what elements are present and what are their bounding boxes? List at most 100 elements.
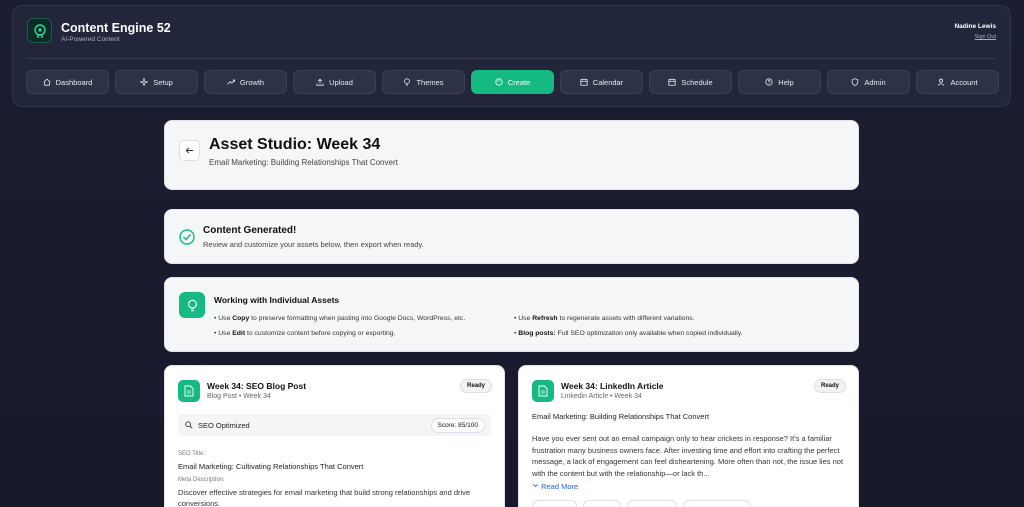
nav-admin[interactable]: Admin bbox=[827, 70, 910, 94]
user-name: Nadine Lewis bbox=[954, 23, 996, 30]
seo-row: SEO Optimized Score: 85/100 bbox=[178, 414, 491, 436]
bulb-icon bbox=[404, 78, 411, 86]
tip-text: Full SEO optimization only available whe… bbox=[555, 330, 743, 337]
bulb-icon bbox=[187, 299, 197, 311]
article-headline: Email Marketing: Building Relationships … bbox=[532, 412, 710, 421]
article-body: Have you ever sent out an email campaign… bbox=[532, 434, 844, 478]
document-icon bbox=[184, 385, 194, 397]
action-button[interactable] bbox=[683, 500, 751, 507]
tip-text: to customize content before copying or e… bbox=[245, 330, 396, 337]
asset-title: Week 34: SEO Blog Post bbox=[207, 381, 307, 391]
nav-label: Calendar bbox=[592, 77, 624, 87]
tip-keyword: Edit bbox=[232, 330, 246, 337]
nav-account[interactable]: Account bbox=[916, 70, 999, 94]
nav-label: Themes bbox=[416, 77, 444, 87]
page-subtitle: Email Marketing: Building Relationships … bbox=[209, 158, 398, 167]
action-button[interactable] bbox=[627, 500, 677, 507]
check-circle-icon bbox=[179, 229, 195, 245]
chevron-down-icon bbox=[533, 484, 538, 488]
tip-keyword: Copy bbox=[232, 315, 250, 322]
calendar-icon bbox=[668, 78, 676, 86]
tip-refresh: • Use Refresh to regenerate assets with … bbox=[514, 315, 695, 322]
shield-icon bbox=[852, 78, 859, 86]
nav-schedule[interactable]: Schedule bbox=[649, 70, 732, 94]
doc-badge bbox=[532, 380, 554, 402]
doc-badge bbox=[178, 380, 200, 402]
help-icon bbox=[765, 78, 773, 86]
upload-icon bbox=[316, 78, 324, 86]
nav-label: Upload bbox=[329, 77, 353, 87]
status-badge: Ready bbox=[459, 379, 492, 393]
home-icon bbox=[43, 78, 51, 86]
nav-themes[interactable]: Themes bbox=[382, 70, 465, 94]
blog-asset-card: Week 34: SEO Blog Post Blog Post • Week … bbox=[164, 365, 505, 507]
nav-help[interactable]: Help bbox=[738, 70, 821, 94]
status-badge: Ready bbox=[813, 379, 846, 393]
title-prefix: Asset Studio: bbox=[209, 136, 317, 153]
nav-create[interactable]: Create bbox=[471, 70, 554, 94]
nav-label: Help bbox=[778, 77, 794, 87]
action-button[interactable] bbox=[532, 500, 577, 507]
linkedin-asset-card: Week 34: LinkedIn Article Linkedin Artic… bbox=[518, 365, 859, 507]
tip-copy: • Use Copy to preserve formatting when p… bbox=[214, 315, 465, 322]
meta-description-label: Meta Description: bbox=[178, 477, 225, 483]
sign-out-link[interactable]: Sign Out bbox=[975, 34, 996, 40]
app-title: Content Engine 52 bbox=[61, 21, 171, 35]
search-icon bbox=[185, 421, 193, 429]
seo-score-badge: Score: 85/100 bbox=[430, 418, 485, 433]
asset-subtitle: Blog Post • Week 34 bbox=[207, 393, 271, 400]
bulb-badge bbox=[179, 292, 205, 318]
generated-title: Content Generated! bbox=[203, 225, 297, 236]
sparkle-icon bbox=[140, 78, 149, 86]
nav-label: Account bbox=[950, 77, 978, 87]
title-week: Week 34 bbox=[316, 136, 381, 153]
nav-label: Dashboard bbox=[55, 77, 93, 87]
page-title: Asset Studio: Week 34 bbox=[209, 136, 380, 154]
palette-icon bbox=[495, 78, 503, 86]
nav-label: Growth bbox=[239, 77, 265, 87]
tips-title: Working with Individual Assets bbox=[214, 295, 340, 305]
read-more-label: Read More bbox=[541, 482, 579, 491]
nav-label: Setup bbox=[153, 77, 173, 87]
tip-keyword: Refresh bbox=[532, 315, 558, 322]
nav-upload[interactable]: Upload bbox=[293, 70, 376, 94]
seo-label: SEO Optimized bbox=[198, 421, 250, 430]
tips-card: Working with Individual Assets • Use Cop… bbox=[164, 277, 859, 352]
divider bbox=[27, 58, 996, 59]
tip-edit: • Use Edit to customize content before c… bbox=[214, 330, 395, 337]
user-icon bbox=[938, 78, 945, 86]
tip-text: • Use bbox=[214, 315, 233, 322]
tip-text: to preserve formatting when pasting into… bbox=[249, 315, 466, 322]
asset-subtitle: Linkedin Article • Week 34 bbox=[561, 393, 642, 400]
app-subtitle: AI-Powered Content bbox=[61, 36, 120, 43]
nav-calendar[interactable]: Calendar bbox=[560, 70, 643, 94]
top-bar: Content Engine 52 AI-Powered Content Nad… bbox=[12, 5, 1011, 107]
nav-growth[interactable]: Growth bbox=[204, 70, 287, 94]
nav-dashboard[interactable]: Dashboard bbox=[26, 70, 109, 94]
calendar-icon bbox=[580, 78, 588, 86]
action-button[interactable] bbox=[583, 500, 621, 507]
nav-label: Create bbox=[507, 77, 531, 87]
back-button[interactable] bbox=[179, 140, 200, 161]
main-nav: Dashboard Setup Growth Upload Themes Cre… bbox=[26, 70, 999, 94]
meta-description-value: Discover effective strategies for email … bbox=[178, 488, 471, 507]
asset-title: Week 34: LinkedIn Article bbox=[561, 381, 664, 391]
nav-label: Schedule bbox=[681, 77, 713, 87]
arrow-left-icon bbox=[185, 147, 194, 154]
tip-blog: • Blog posts: Full SEO optimization only… bbox=[514, 330, 743, 337]
content-generated-card: Content Generated! Review and customize … bbox=[164, 209, 859, 264]
seo-title-value: Email Marketing: Cultivating Relationshi… bbox=[178, 462, 364, 471]
brain-icon bbox=[33, 23, 46, 38]
app-logo bbox=[27, 18, 52, 43]
tip-text: to regenerate assets with different vari… bbox=[557, 315, 695, 322]
tip-keyword: Blog posts: bbox=[518, 330, 556, 337]
read-more-link[interactable]: Read More bbox=[532, 482, 578, 491]
nav-label: Admin bbox=[864, 77, 886, 87]
generated-subtitle: Review and customize your assets below, … bbox=[203, 240, 424, 249]
tip-text: • Use bbox=[214, 330, 233, 337]
seo-title-label: SEO Title: bbox=[178, 451, 206, 457]
tip-text: • Use bbox=[514, 315, 533, 322]
nav-setup[interactable]: Setup bbox=[115, 70, 198, 94]
document-icon bbox=[538, 385, 548, 397]
asset-studio-header: Asset Studio: Week 34 Email Marketing: B… bbox=[164, 120, 859, 190]
